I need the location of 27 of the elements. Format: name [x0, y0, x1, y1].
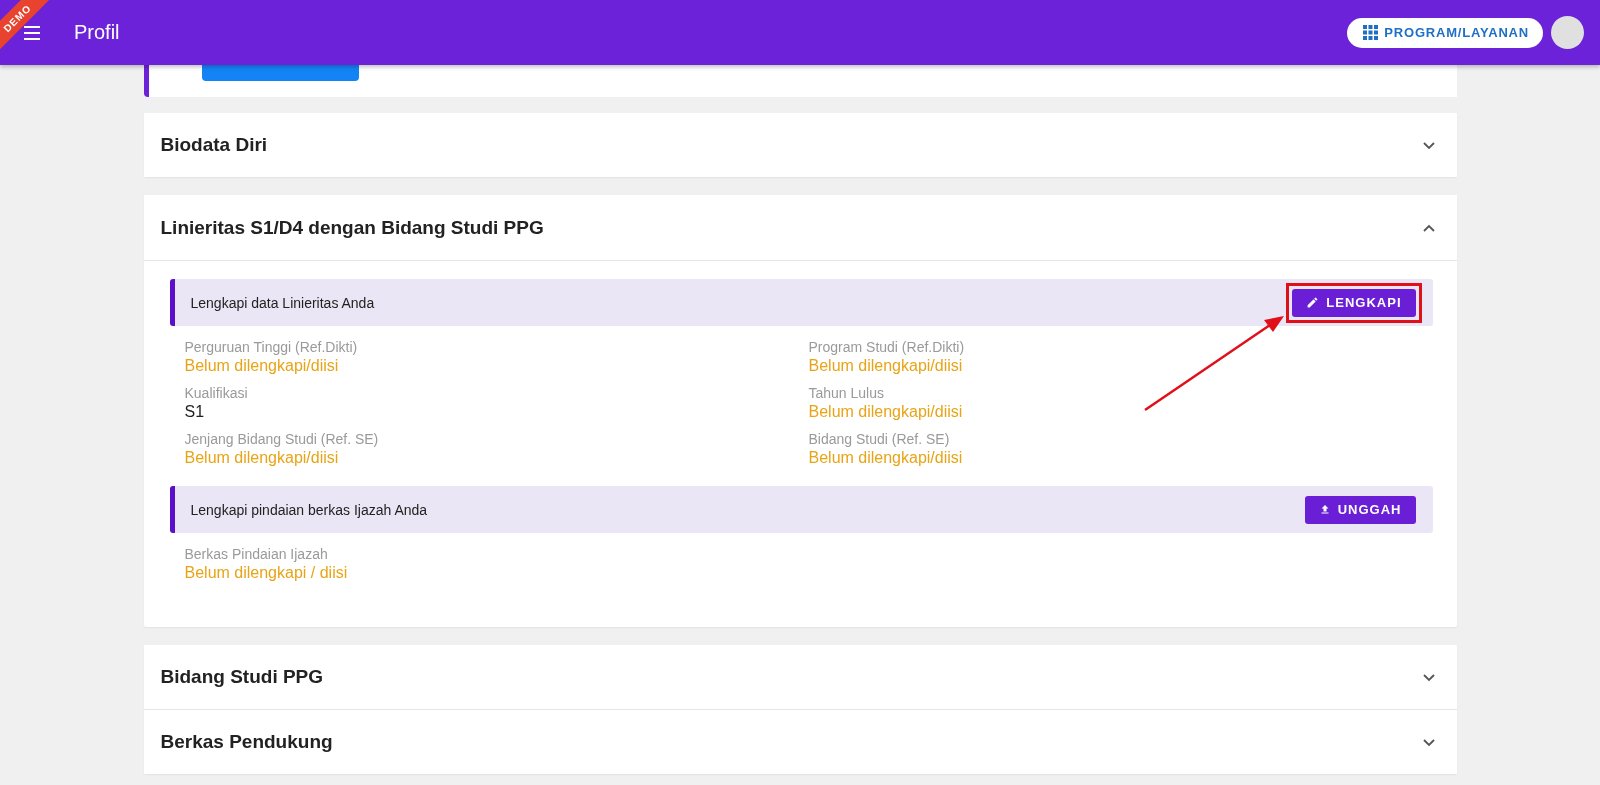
field-value: Belum dilengkapi/diisi: [808, 448, 964, 468]
field-value: S1: [184, 402, 206, 422]
field-label: Bidang Studi (Ref. SE): [808, 430, 951, 448]
field-label: Tahun Lulus: [808, 384, 885, 402]
field-label: Perguruan Tinggi (Ref.Dikti): [184, 338, 359, 356]
accordion-header[interactable]: Berkas Pendukung: [143, 710, 1457, 774]
field-label: Berkas Pindaian Ijazah: [184, 545, 329, 563]
field-value: Belum dilengkapi/diisi: [808, 402, 964, 422]
field-value: Belum dilengkapi/diisi: [808, 356, 964, 376]
accordion-header[interactable]: Linieritas S1/D4 dengan Bidang Studi PPG: [143, 195, 1457, 261]
avatar[interactable]: [1551, 16, 1584, 49]
field-value: Belum dilengkapi / diisi: [184, 563, 349, 583]
alert-message: Lengkapi data Linieritas Anda: [190, 294, 375, 311]
field-label: Kualifikasi: [184, 384, 249, 402]
field-label: Jenjang Bidang Studi (Ref. SE): [184, 430, 380, 448]
field-label: Program Studi (Ref.Dikti): [808, 338, 966, 356]
pencil-icon: [1306, 296, 1320, 309]
accordion-header[interactable]: Biodata Diri: [143, 113, 1457, 177]
field-value: Belum dilengkapi/diisi: [184, 448, 340, 468]
upload-button[interactable]: UNGGAH: [1304, 495, 1416, 524]
field-value: Belum dilengkapi/diisi: [184, 356, 340, 376]
page-title: Profil: [74, 21, 120, 44]
alert-message: Lengkapi pindaian berkas Ijazah Anda: [190, 501, 428, 518]
complete-button[interactable]: LENGKAPI: [1292, 288, 1416, 317]
grid-icon: [1363, 25, 1379, 40]
accordion-header[interactable]: Bidang Studi PPG: [143, 645, 1457, 709]
program-button[interactable]: PROGRAM/LAYANAN: [1347, 17, 1543, 48]
